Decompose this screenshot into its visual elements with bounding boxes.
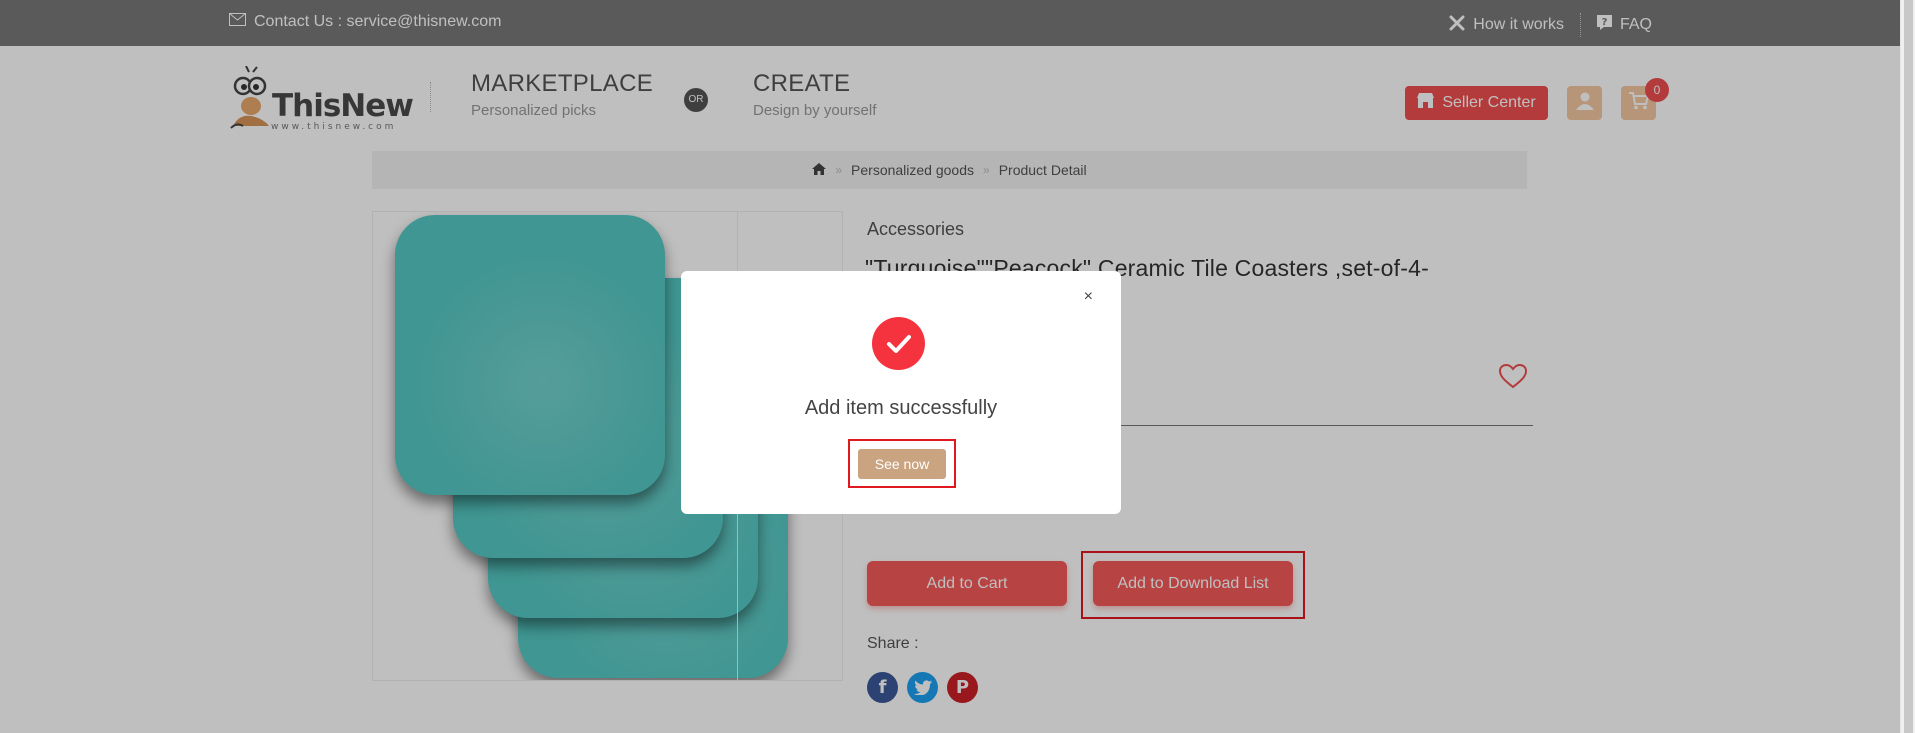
see-now-button[interactable]: See now [858, 449, 946, 479]
scrollbar-thumb[interactable] [1904, 0, 1913, 733]
checkmark-icon [872, 317, 925, 370]
page-scrollbar[interactable] [1900, 0, 1915, 733]
close-icon[interactable]: × [1084, 288, 1093, 306]
success-dialog: × Add item successfully See now [681, 271, 1121, 514]
success-message: Add item successfully [804, 397, 998, 419]
